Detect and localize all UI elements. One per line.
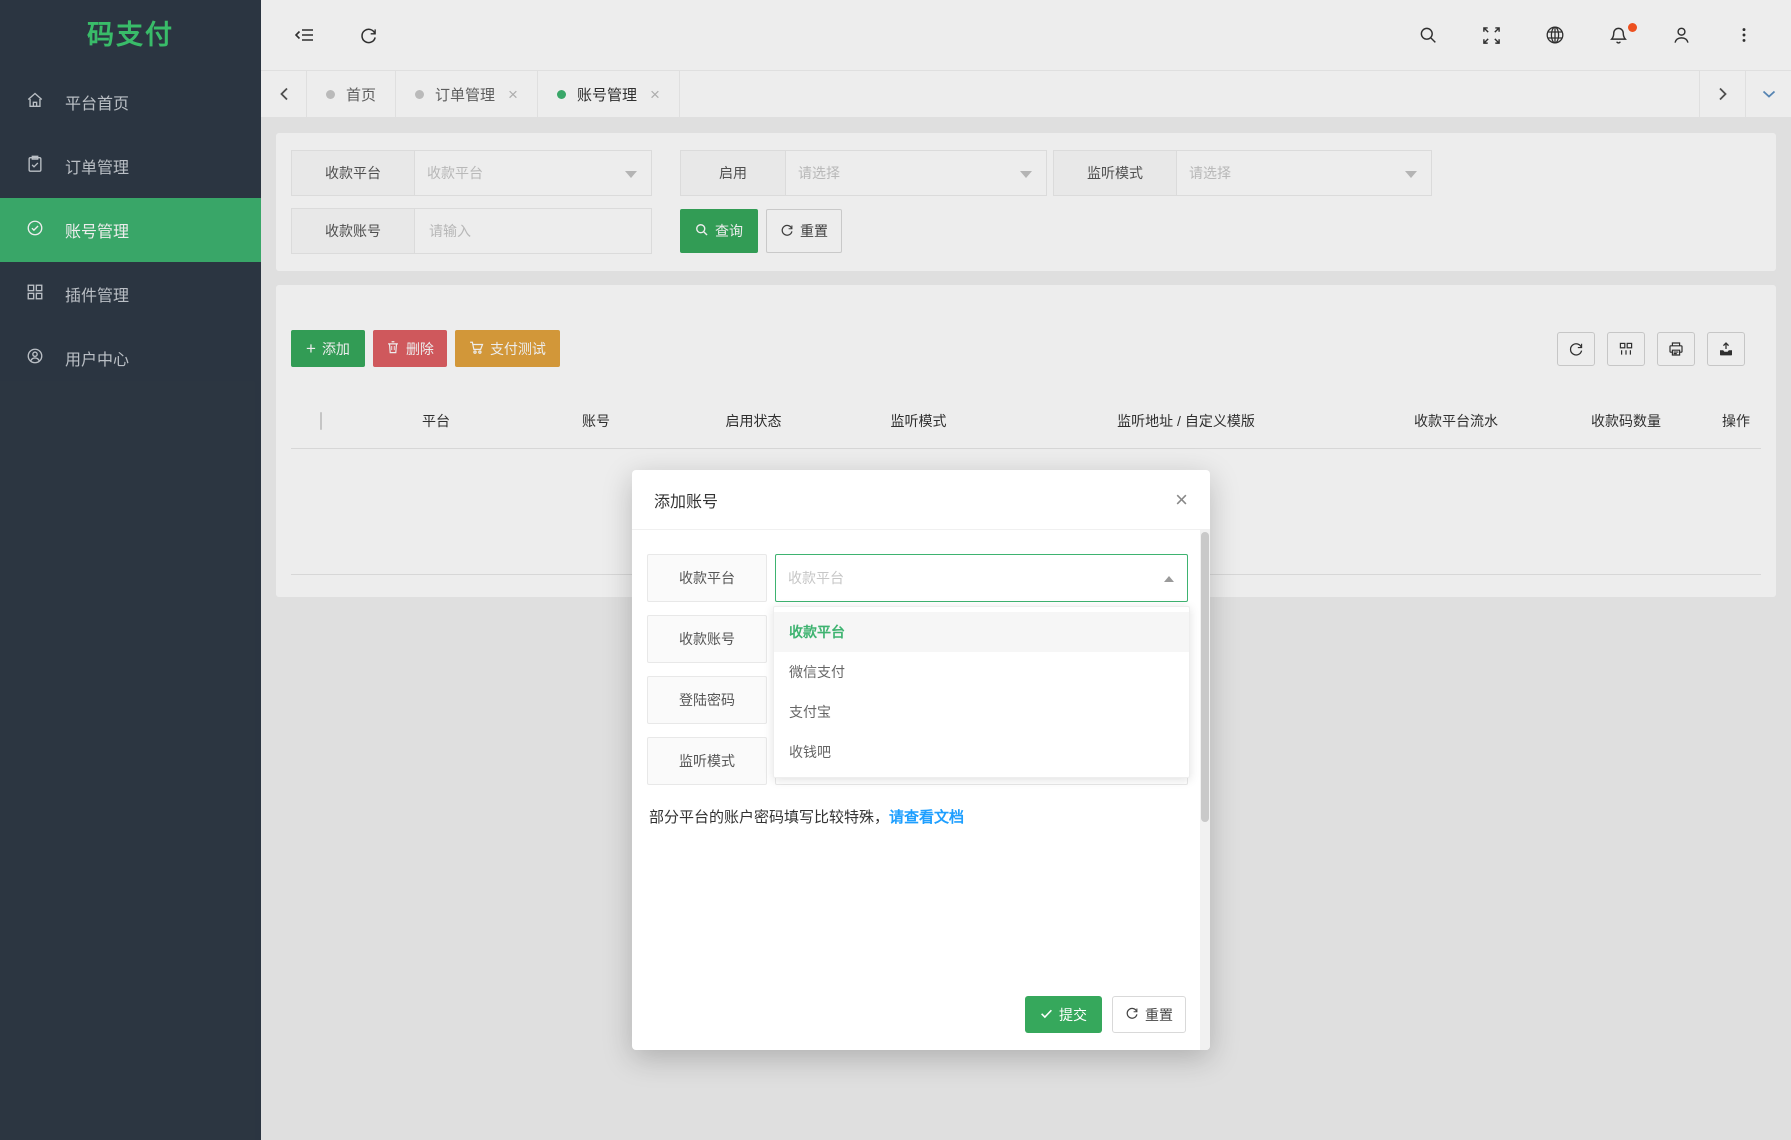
docs-link[interactable]: 请查看文档 — [889, 809, 964, 826]
modal-listen-label: 监听模式 — [647, 737, 767, 785]
app-window: 码支付 平台首页 订单管理 账号管理 插件管理 用户中心 首页 订单管理 × 账… — [0, 0, 1791, 1140]
modal-title: 添加账号 — [654, 493, 719, 511]
modal-scrollbar[interactable] — [1200, 530, 1210, 1050]
add-account-modal: 添加账号 × 收款平台 收款平台 收款账号 登陆密码 监听模式 部分平台的账户密… — [632, 470, 1210, 1050]
scrollbar-thumb[interactable] — [1201, 532, 1209, 822]
modal-reset-button[interactable]: 重置 — [1112, 996, 1186, 1033]
hint-text: 部分平台的账户密码填写比较特殊， — [649, 809, 890, 826]
modal-account-label: 收款账号 — [647, 615, 767, 663]
caret-up-icon — [1164, 576, 1174, 582]
refresh-icon — [1125, 1006, 1139, 1023]
modal-header: 添加账号 × — [632, 470, 1210, 530]
dropdown-option-placeholder[interactable]: 收款平台 — [774, 612, 1189, 652]
modal-platform-select[interactable]: 收款平台 — [775, 554, 1188, 602]
modal-hint: 部分平台的账户密码填写比较特殊，请查看文档 — [649, 806, 1188, 827]
modal-footer: 提交 重置 — [1025, 996, 1186, 1033]
dropdown-option-wechat[interactable]: 微信支付 — [774, 652, 1189, 692]
dropdown-option-alipay[interactable]: 支付宝 — [774, 692, 1189, 732]
check-icon — [1040, 1007, 1053, 1023]
close-icon[interactable]: × — [1175, 488, 1188, 511]
modal-password-label: 登陆密码 — [647, 676, 767, 724]
modal-platform-label: 收款平台 — [647, 554, 767, 602]
submit-button[interactable]: 提交 — [1025, 996, 1102, 1033]
dropdown-option-shouqianba[interactable]: 收钱吧 — [774, 732, 1189, 772]
platform-dropdown: 收款平台 微信支付 支付宝 收钱吧 — [773, 606, 1190, 778]
select-placeholder: 收款平台 — [788, 570, 844, 586]
modal-field-platform: 收款平台 收款平台 — [647, 554, 1188, 602]
